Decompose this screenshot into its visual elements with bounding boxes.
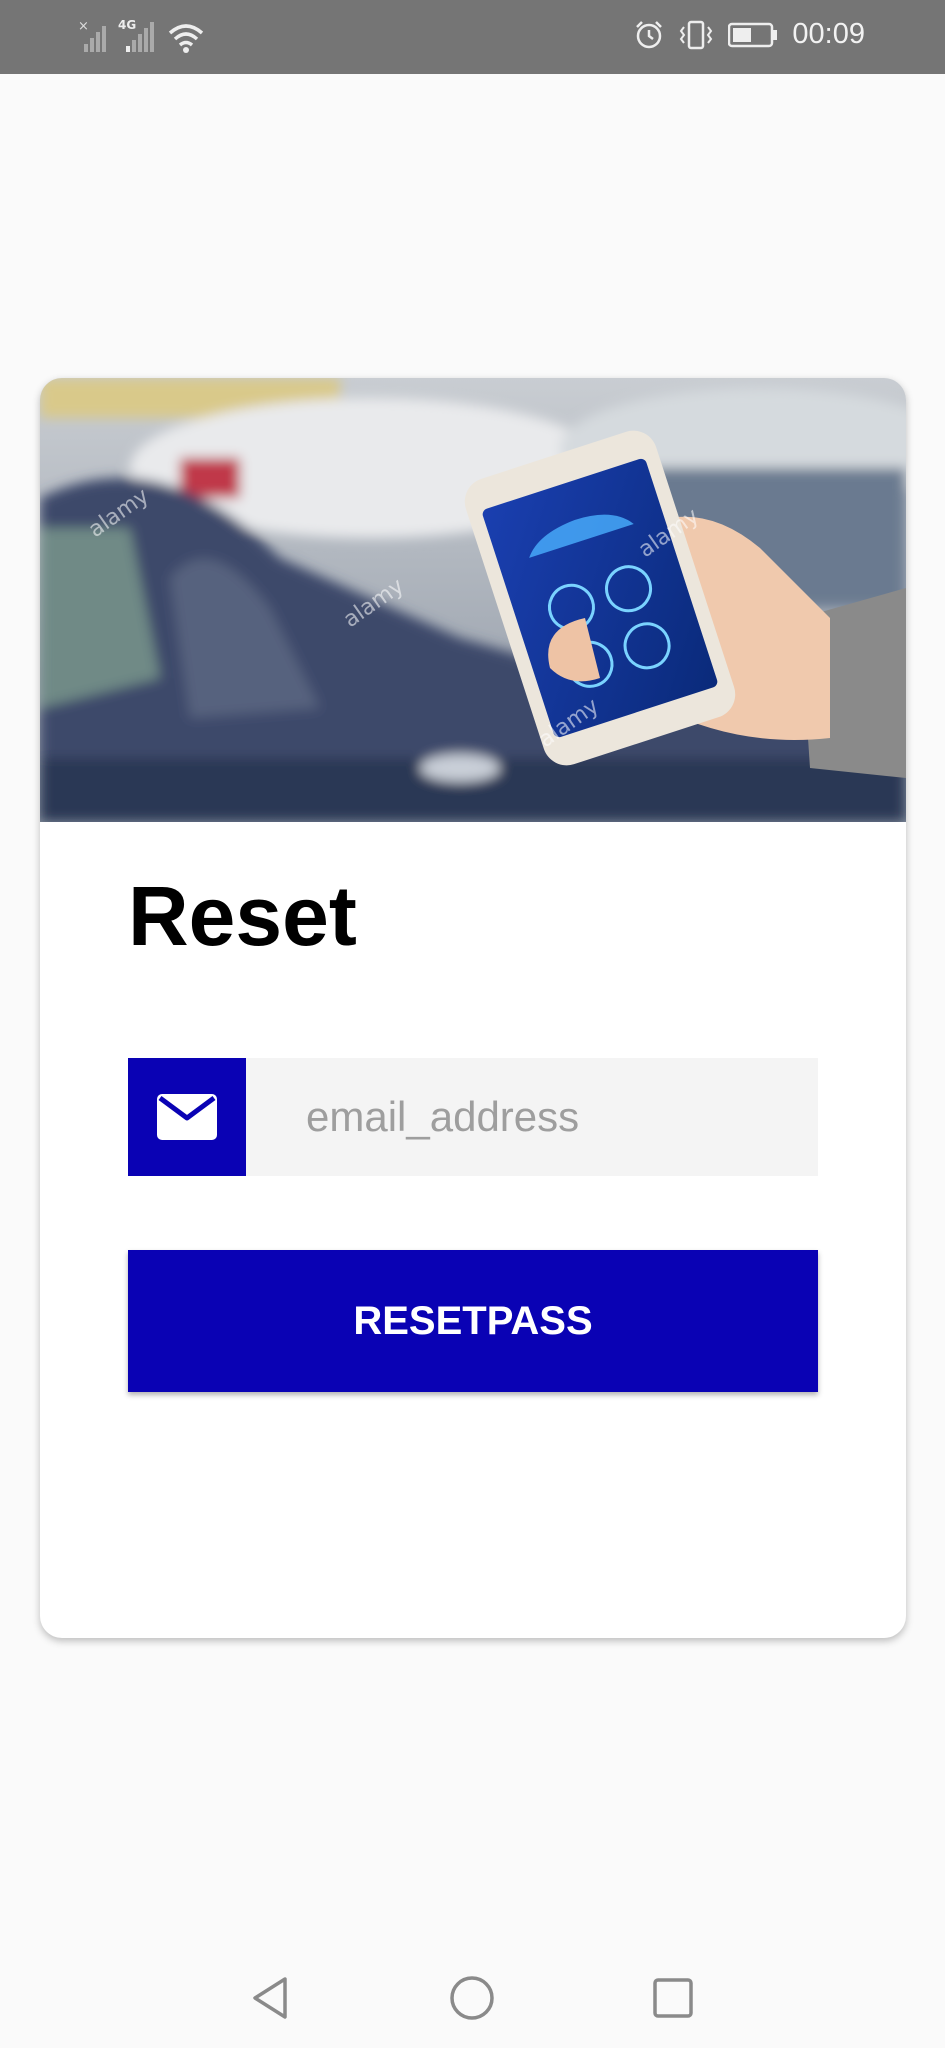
wifi-icon [168, 24, 204, 53]
envelope-icon [157, 1094, 217, 1140]
email-field [128, 1058, 818, 1176]
reset-password-button[interactable]: RESETPASS [128, 1250, 818, 1392]
recents-icon [653, 1978, 693, 2018]
no-signal-icon: × [78, 19, 106, 52]
svg-text:×: × [78, 19, 89, 34]
status-time: 00:09 [792, 18, 865, 50]
svg-text:4G: 4G [118, 18, 136, 32]
signal-4g-icon: 4G [118, 18, 154, 52]
email-icon-box [128, 1058, 246, 1176]
nav-recents-button[interactable] [643, 1968, 703, 2028]
alarm-icon [636, 20, 663, 48]
nav-back-button[interactable] [240, 1968, 300, 2028]
email-input[interactable] [246, 1058, 818, 1176]
home-icon [450, 1976, 494, 2020]
navigation-bar [0, 1940, 945, 2048]
reset-card: alamy alamy alamy alamy Reset RESETPASS [40, 378, 906, 1638]
phone-in-hand-car-app-photo: alamy alamy alamy alamy [40, 378, 906, 822]
page-title: Reset [128, 869, 357, 963]
nav-home-button[interactable] [442, 1968, 502, 2028]
back-icon [253, 1977, 287, 2019]
status-left-icons: × 4G [78, 18, 204, 54]
status-bar: × 4G 00:09 [0, 0, 945, 74]
hero-image: alamy alamy alamy alamy [40, 378, 906, 822]
status-right-icons: 00:09 [634, 18, 865, 51]
battery-icon [728, 22, 778, 47]
vibrate-icon [680, 20, 713, 49]
